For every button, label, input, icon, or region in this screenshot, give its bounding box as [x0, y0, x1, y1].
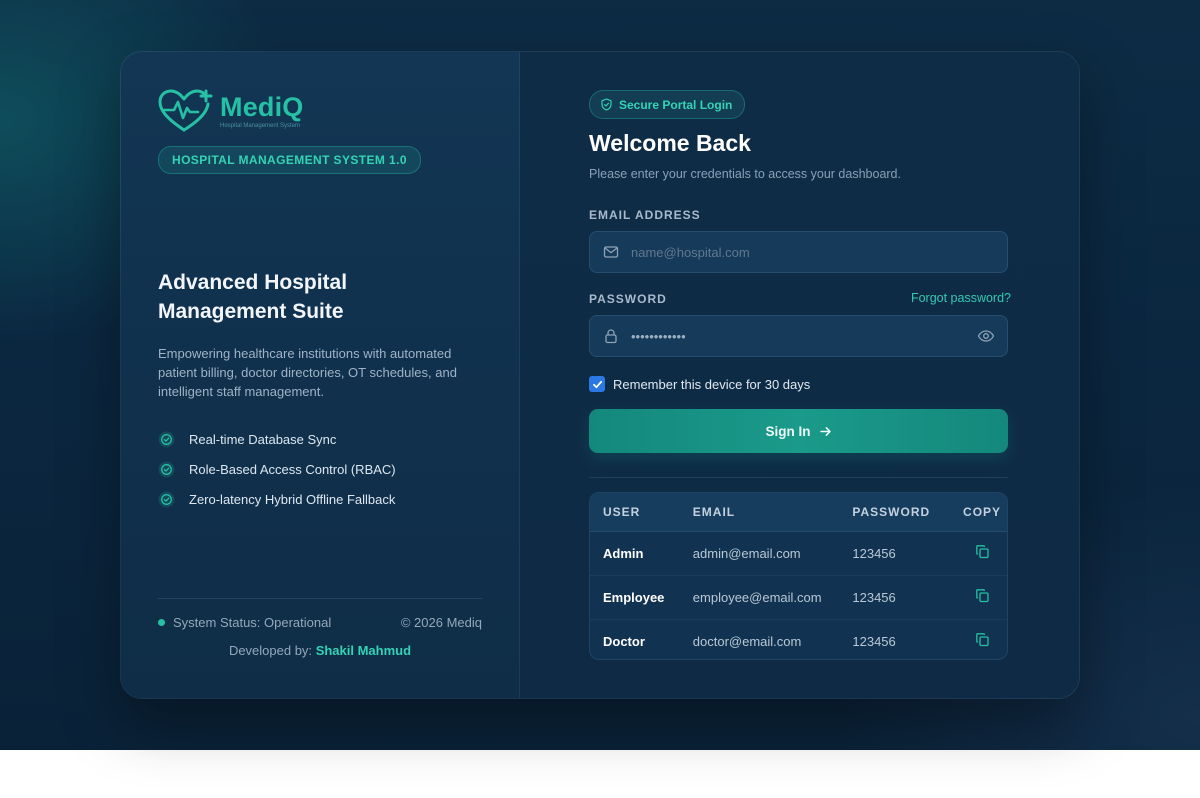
checkmark-icon: [592, 380, 602, 388]
remember-device: Remember this device for 30 days: [589, 376, 810, 392]
cell-user: Employee: [603, 590, 665, 605]
secure-portal-label: Secure Portal Login: [619, 97, 733, 112]
cell-copy: [957, 588, 1007, 608]
check-circle-icon: [158, 431, 175, 447]
column-header-user: USER: [603, 505, 641, 519]
password-label: PASSWORD: [589, 292, 667, 306]
table-header: USER EMAIL PASSWORD COPY: [590, 493, 1007, 532]
feature-item: Real-time Database Sync: [158, 424, 396, 454]
copyright: © 2026 Mediq: [400, 615, 482, 630]
system-status-text: System Status: Operational: [173, 615, 332, 630]
remember-label[interactable]: Remember this device for 30 days: [613, 377, 810, 392]
hero-description: Empowering healthcare institutions with …: [158, 346, 457, 399]
cell-email: admin@email.com: [692, 546, 801, 561]
table-row: Employee employee@email.com 123456: [590, 576, 1007, 620]
mail-icon: [603, 246, 619, 258]
arrow-right-icon: [819, 426, 831, 436]
brand-name: MediQ: [220, 92, 304, 122]
cell-email: employee@email.com: [692, 590, 822, 605]
system-status: System Status: Operational: [158, 615, 331, 630]
password-input[interactable]: [629, 327, 977, 345]
footer-divider: [158, 598, 482, 599]
check-circle-icon: [158, 491, 175, 507]
secure-portal-badge: Secure Portal Login: [589, 90, 746, 119]
table-row: Doctor doctor@email.com 123456: [590, 620, 1007, 659]
brand-logo: MediQ Hospital Management System: [158, 88, 304, 136]
copy-icon[interactable]: [975, 588, 990, 603]
email-field-wrapper: [589, 231, 1008, 273]
login-panel: Secure Portal Login Welcome Back Please …: [520, 52, 1079, 698]
forgot-password-link[interactable]: Forgot password?: [911, 291, 1011, 305]
developer-credit: Developed by: Shakil Mahmud: [121, 643, 519, 658]
shield-check-icon: [601, 98, 612, 111]
system-version-badge: HOSPITAL MANAGEMENT SYSTEM 1.0: [158, 146, 421, 174]
column-header-email: EMAIL: [692, 505, 736, 519]
login-card: MediQ Hospital Management System HOSPITA…: [120, 51, 1080, 699]
feature-label: Real-time Database Sync: [189, 431, 337, 447]
feature-item: Zero-latency Hybrid Offline Fallback: [158, 484, 396, 514]
cell-password: 123456: [852, 546, 896, 561]
email-label: EMAIL ADDRESS: [589, 208, 701, 222]
column-header-password: PASSWORD: [852, 505, 931, 519]
feature-list: Real-time Database Sync Role-Based Acces…: [158, 424, 396, 514]
feature-label: Role-Based Access Control (RBAC): [189, 461, 396, 477]
demo-credentials-table: USER EMAIL PASSWORD COPY Admin admin@ema…: [589, 492, 1008, 660]
cell-user: Doctor: [603, 634, 645, 649]
status-dot-icon: [158, 619, 165, 626]
cell-copy: [957, 544, 1007, 564]
feature-item: Role-Based Access Control (RBAC): [158, 454, 396, 484]
brand-panel: MediQ Hospital Management System HOSPITA…: [121, 52, 520, 698]
section-divider: [589, 477, 1008, 478]
password-field-wrapper: [589, 315, 1008, 357]
sign-in-button[interactable]: Sign In: [589, 409, 1008, 453]
cell-user: Admin: [603, 546, 644, 561]
cell-password: 123456: [852, 590, 896, 605]
heart-pulse-logo-icon: [158, 89, 213, 132]
developed-by-label: Developed by:: [228, 643, 313, 658]
copy-icon[interactable]: [975, 632, 990, 647]
cell-email: doctor@email.com: [692, 634, 802, 649]
column-header-copy: COPY: [963, 505, 1002, 519]
hero-title: Advanced Hospital Management Suite: [158, 271, 348, 323]
remember-checkbox[interactable]: [589, 376, 605, 392]
check-circle-icon: [158, 461, 175, 477]
cell-password: 123456: [852, 634, 896, 649]
sign-in-label: Sign In: [765, 423, 811, 439]
brand-tagline: Hospital Management System: [220, 123, 301, 129]
lock-icon: [605, 329, 617, 344]
cell-copy: [957, 632, 1007, 652]
eye-icon[interactable]: [977, 327, 995, 345]
email-input[interactable]: [629, 243, 1007, 261]
feature-label: Zero-latency Hybrid Offline Fallback: [189, 491, 396, 507]
login-title: Welcome Back: [589, 130, 751, 156]
developer-name[interactable]: Shakil Mahmud: [316, 643, 411, 658]
login-subtitle: Please enter your credentials to access …: [589, 167, 901, 181]
copy-icon[interactable]: [975, 544, 990, 559]
table-row: Admin admin@email.com 123456: [590, 532, 1007, 576]
